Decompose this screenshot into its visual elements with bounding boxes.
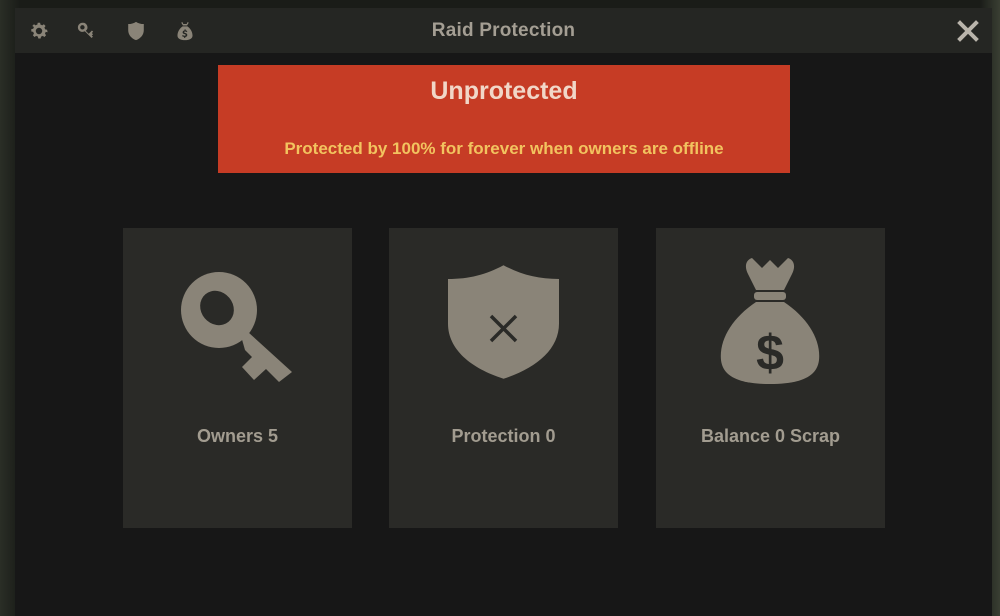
shield-icon[interactable] [123,18,149,44]
title-bar: Raid Protection [15,8,992,53]
protection-label: Protection 0 [451,426,556,446]
key-icon [181,272,292,382]
money-bag-icon[interactable] [172,18,198,44]
owners-label: Owners 5 [196,426,279,446]
svg-text:$: $ [756,325,784,381]
shield-x-icon [448,265,559,379]
window-title: Raid Protection [431,20,576,41]
money-bag-icon: $ [720,258,820,384]
key-icon[interactable] [74,18,100,44]
status-detail: Protected by 100% for forever when owner… [284,139,724,158]
close-icon[interactable] [954,17,982,45]
raid-protection-window: Raid Protection Unprotected Protected by… [15,8,992,616]
protection-status-banner: Unprotected Protected by 100% for foreve… [218,65,790,173]
balance-label: Balance 0 Scrap [700,426,841,446]
protection-card[interactable]: Protection 0 [389,228,618,528]
status-label: Unprotected [430,77,578,105]
owners-card[interactable]: Owners 5 [123,228,352,528]
balance-card[interactable]: $ Balance 0 Scrap [656,228,885,528]
gear-icon[interactable] [26,18,52,44]
